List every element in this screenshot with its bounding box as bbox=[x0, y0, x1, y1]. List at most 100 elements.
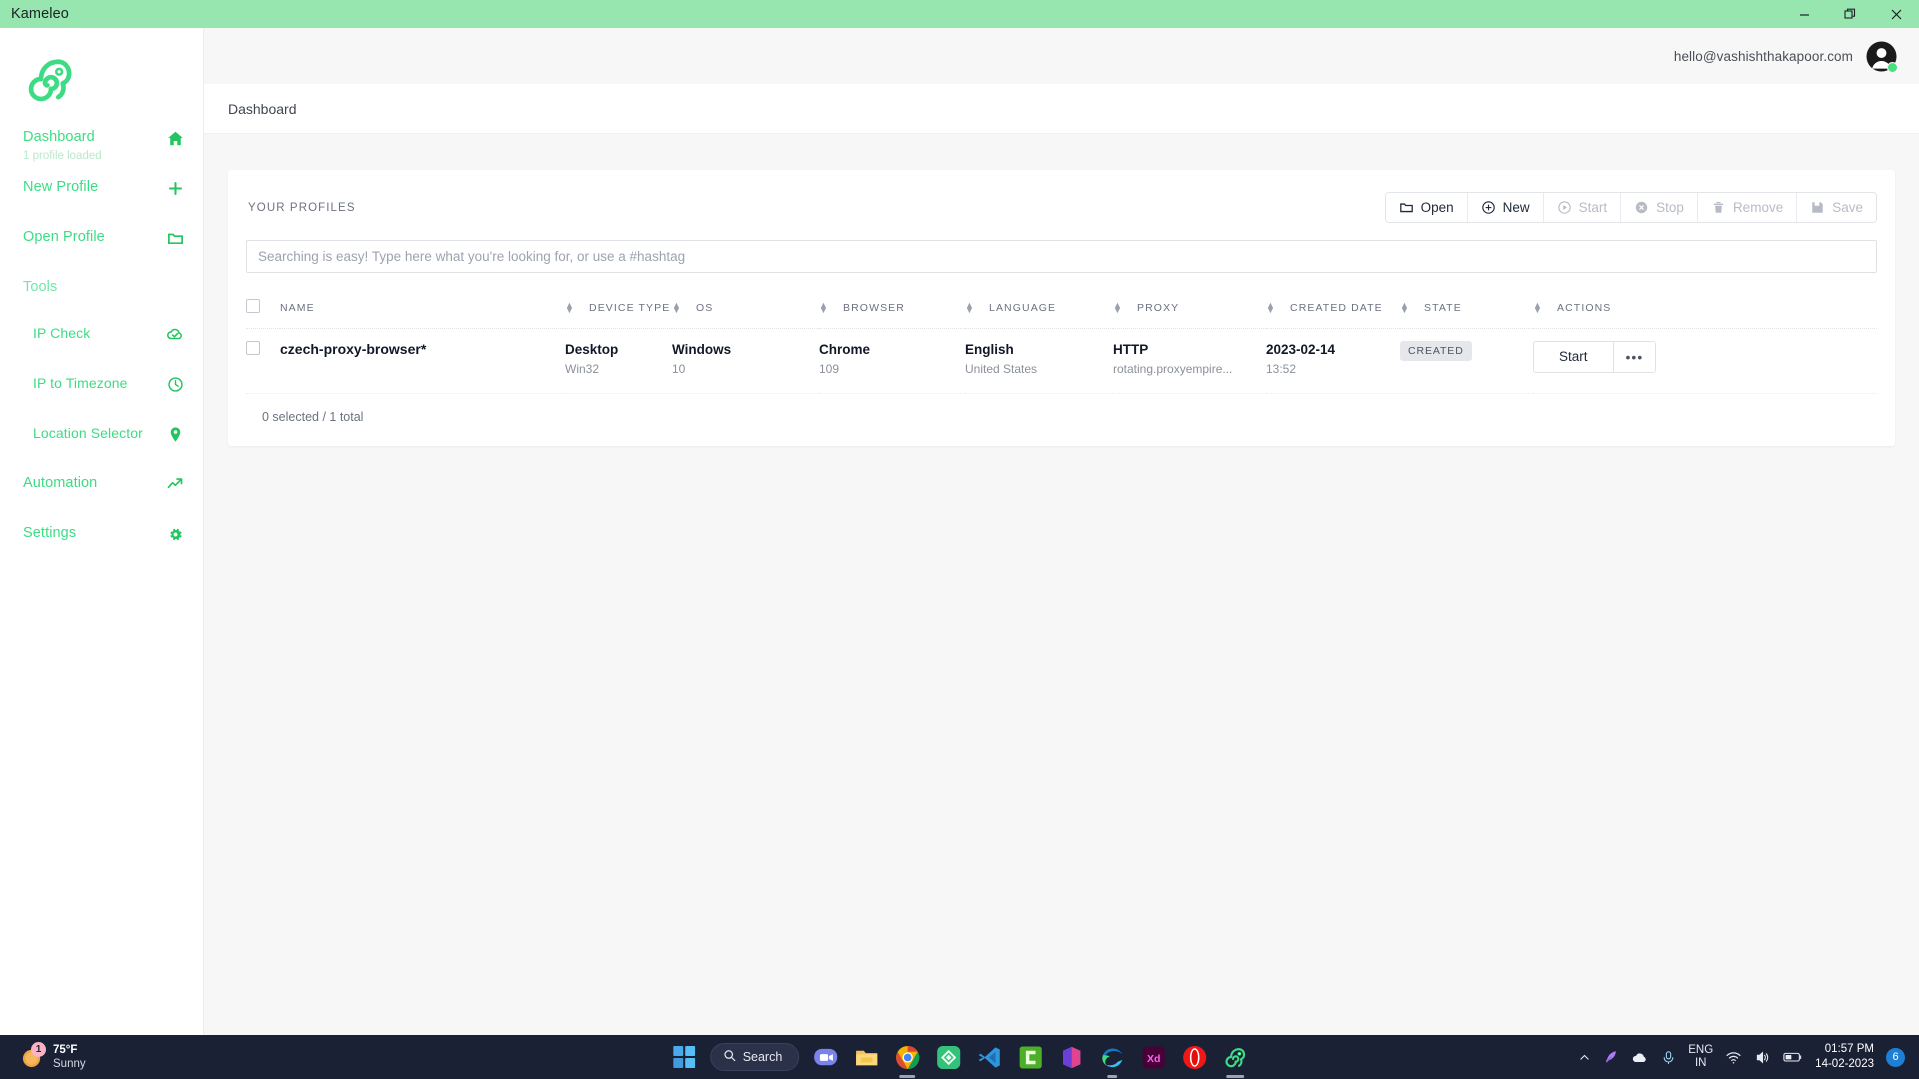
kameleo-icon[interactable] bbox=[1220, 1042, 1250, 1072]
device-type-sub: Win32 bbox=[565, 361, 672, 377]
taskbar-apps: Search bbox=[669, 1042, 1251, 1072]
sidebar-item-new-profile[interactable]: New Profile bbox=[0, 178, 203, 214]
select-all-checkbox[interactable] bbox=[246, 299, 260, 313]
column-header-proxy[interactable]: ▲▼ PROXY bbox=[1113, 293, 1266, 329]
clock-time: 01:57 PM bbox=[1825, 1042, 1874, 1057]
search-bar[interactable] bbox=[246, 240, 1877, 273]
restore-button[interactable] bbox=[1827, 0, 1873, 28]
green-diamond-app-icon[interactable] bbox=[933, 1042, 963, 1072]
table-row[interactable]: czech-proxy-browser* Desktop Win32 Windo… bbox=[246, 329, 1877, 394]
trending-up-icon bbox=[165, 474, 185, 494]
device-type-value: Desktop bbox=[565, 341, 672, 358]
opera-icon[interactable] bbox=[1179, 1042, 1209, 1072]
chevron-up-icon[interactable] bbox=[1578, 1051, 1591, 1064]
start-toolbar-button[interactable]: Start bbox=[1544, 193, 1622, 222]
sidebar-item-settings[interactable]: Settings bbox=[0, 524, 203, 560]
sort-chevrons-icon[interactable]: ▲▼ bbox=[672, 303, 682, 313]
language-cell: English United States bbox=[965, 329, 1113, 394]
sidebar-item-open-profile[interactable]: Open Profile bbox=[0, 228, 203, 264]
avatar[interactable] bbox=[1866, 41, 1897, 72]
windows-taskbar: 1 75°F Sunny Search bbox=[0, 1035, 1919, 1079]
weather-badge: 1 bbox=[31, 1042, 46, 1057]
sidebar-item-ip-to-timezone[interactable]: IP to Timezone bbox=[0, 374, 203, 410]
column-header-name[interactable]: NAME bbox=[280, 293, 565, 329]
sort-chevrons-icon[interactable]: ▲▼ bbox=[565, 303, 575, 313]
edge-icon[interactable] bbox=[1097, 1042, 1127, 1072]
start-button-icon[interactable] bbox=[669, 1042, 699, 1072]
sort-chevrons-icon[interactable]: ▲▼ bbox=[965, 303, 975, 313]
panel-area: YOUR PROFILES Open New bbox=[204, 134, 1919, 446]
column-header-browser[interactable]: ▲▼ BROWSER bbox=[819, 293, 965, 329]
column-label: STATE bbox=[1424, 302, 1462, 314]
active-indicator bbox=[899, 1075, 915, 1078]
folder-icon bbox=[165, 228, 185, 248]
wifi-icon[interactable] bbox=[1725, 1049, 1742, 1066]
plus-circle-icon bbox=[1481, 200, 1496, 215]
taskbar-search[interactable]: Search bbox=[710, 1043, 800, 1071]
sort-chevrons-icon[interactable]: ▲▼ bbox=[1400, 303, 1410, 313]
remove-button-label: Remove bbox=[1733, 200, 1783, 215]
close-button[interactable] bbox=[1873, 0, 1919, 28]
language-value: English bbox=[965, 341, 1113, 358]
file-explorer-icon[interactable] bbox=[851, 1042, 881, 1072]
more-options-button[interactable]: ••• bbox=[1614, 342, 1656, 372]
proxy-cell: HTTP rotating.proxyempire... bbox=[1113, 329, 1266, 394]
chrome-icon[interactable] bbox=[892, 1042, 922, 1072]
profiles-toolbar: Open New Start bbox=[1385, 192, 1877, 223]
microsoft-365-icon[interactable] bbox=[1056, 1042, 1086, 1072]
profiles-panel: YOUR PROFILES Open New bbox=[228, 170, 1895, 446]
new-button[interactable]: New bbox=[1468, 193, 1544, 222]
window-titlebar: Kameleo bbox=[0, 0, 1919, 28]
remove-button[interactable]: Remove bbox=[1698, 193, 1797, 222]
speaker-icon[interactable] bbox=[1754, 1049, 1771, 1066]
green-c-app-icon[interactable] bbox=[1015, 1042, 1045, 1072]
notification-badge[interactable]: 6 bbox=[1886, 1048, 1905, 1067]
search-input[interactable] bbox=[258, 249, 1865, 264]
stop-button[interactable]: Stop bbox=[1621, 193, 1698, 222]
row-checkbox[interactable] bbox=[246, 341, 260, 355]
sidebar-item-ip-check[interactable]: IP Check bbox=[0, 324, 203, 360]
save-button[interactable]: Save bbox=[1797, 193, 1876, 222]
column-label: ACTIONS bbox=[1557, 302, 1611, 314]
minimize-button[interactable] bbox=[1781, 0, 1827, 28]
onedrive-cloud-icon[interactable] bbox=[1631, 1048, 1649, 1066]
proxy-sub: rotating.proxyempire... bbox=[1113, 361, 1266, 377]
weather-widget[interactable]: 1 75°F Sunny bbox=[0, 1043, 86, 1071]
language-indicator[interactable]: ENG IN bbox=[1688, 1044, 1713, 1070]
browser-cell: Chrome 109 bbox=[819, 329, 965, 394]
sidebar-nav: Dashboard 1 profile loaded New Profile O… bbox=[0, 128, 203, 560]
sort-chevrons-icon[interactable]: ▲▼ bbox=[1533, 303, 1543, 313]
teams-icon[interactable] bbox=[810, 1042, 840, 1072]
sidebar: Dashboard 1 profile loaded New Profile O… bbox=[0, 28, 204, 1035]
created-date-value: 2023-02-14 bbox=[1266, 341, 1400, 358]
sidebar-item-location-selector[interactable]: Location Selector bbox=[0, 424, 203, 460]
vscode-icon[interactable] bbox=[974, 1042, 1004, 1072]
column-header-os[interactable]: ▲▼ OS bbox=[672, 293, 819, 329]
browser-sub: 109 bbox=[819, 361, 965, 377]
sidebar-item-label: Automation bbox=[23, 474, 97, 492]
weather-text: 75°F Sunny bbox=[53, 1043, 86, 1071]
sort-chevrons-icon[interactable]: ▲▼ bbox=[819, 303, 829, 313]
column-header-state[interactable]: ▲▼ STATE bbox=[1400, 293, 1533, 329]
column-header-device-type[interactable]: ▲▼ DEVICE TYPE bbox=[565, 293, 672, 329]
start-button[interactable]: Start bbox=[1534, 342, 1614, 372]
pen-feather-icon[interactable] bbox=[1603, 1049, 1619, 1065]
column-header-language[interactable]: ▲▼ LANGUAGE bbox=[965, 293, 1113, 329]
sidebar-item-automation[interactable]: Automation bbox=[0, 474, 203, 510]
table-header: NAME ▲▼ DEVICE TYPE ▲▼ bbox=[246, 293, 1877, 329]
created-time-value: 13:52 bbox=[1266, 361, 1400, 377]
sort-chevrons-icon[interactable]: ▲▼ bbox=[1266, 303, 1276, 313]
actions-cell: Start ••• bbox=[1533, 329, 1877, 394]
sort-chevrons-icon[interactable]: ▲▼ bbox=[1113, 303, 1123, 313]
open-button[interactable]: Open bbox=[1386, 193, 1468, 222]
adobe-xd-icon[interactable]: Xd bbox=[1138, 1042, 1168, 1072]
sun-icon: 1 bbox=[21, 1046, 44, 1069]
sidebar-item-dashboard[interactable]: Dashboard 1 profile loaded bbox=[0, 128, 203, 164]
battery-icon[interactable] bbox=[1783, 1050, 1803, 1064]
column-header-created-date[interactable]: ▲▼ CREATED DATE bbox=[1266, 293, 1400, 329]
sidebar-item-sublabel: 1 profile loaded bbox=[23, 148, 102, 164]
microphone-icon[interactable] bbox=[1661, 1050, 1676, 1065]
language-code: ENG bbox=[1688, 1044, 1713, 1057]
open-button-label: Open bbox=[1421, 200, 1454, 215]
clock[interactable]: 01:57 PM 14-02-2023 bbox=[1815, 1042, 1874, 1072]
